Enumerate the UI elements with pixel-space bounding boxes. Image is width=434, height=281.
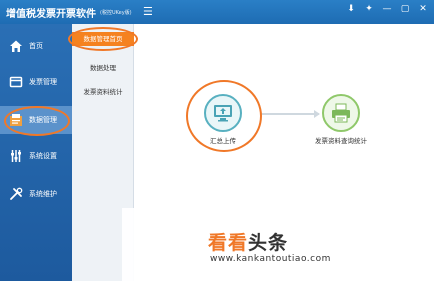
submenu-item-invoice-stats[interactable]: 发票资料统计 bbox=[72, 86, 134, 96]
pin-icon[interactable]: ✦ bbox=[364, 4, 374, 14]
annotation-circle-flow bbox=[186, 80, 262, 152]
watermark-part2: 头条 bbox=[248, 232, 289, 254]
menu-icon[interactable]: ☰ bbox=[143, 5, 153, 18]
sidebar-item-invoice[interactable]: 发票管理 bbox=[0, 68, 72, 96]
watermark-url: www.kankantoutiao.com bbox=[210, 254, 331, 264]
annotation-circle-submenu bbox=[68, 27, 138, 51]
app-version: (税控UKey版) bbox=[100, 9, 132, 16]
invoice-icon bbox=[8, 74, 24, 90]
sidebar: 首页 发票管理 数据管理 系统设置 系统维护 bbox=[0, 24, 72, 281]
sidebar-item-home[interactable]: 首页 bbox=[0, 32, 72, 60]
sidebar-item-settings[interactable]: 系统设置 bbox=[0, 142, 72, 170]
maximize-icon[interactable]: ▢ bbox=[400, 4, 410, 14]
flow-arrow bbox=[261, 110, 320, 118]
sidebar-item-maintenance[interactable]: 系统维护 bbox=[0, 180, 72, 208]
annotation-circle-sidebar bbox=[4, 106, 70, 136]
tools-icon bbox=[8, 186, 24, 202]
watermark-part1: 看看 bbox=[208, 232, 249, 254]
title-bar: 增值税发票开票软件 (税控UKey版) ☰ ⬇ ✦ — ▢ ✕ bbox=[0, 0, 434, 24]
window-controls: ⬇ ✦ — ▢ ✕ bbox=[346, 4, 428, 14]
sidebar-item-label: 系统设置 bbox=[29, 152, 57, 160]
sidebar-item-label: 首页 bbox=[29, 42, 43, 50]
flow-node-label: 发票资料查询统计 bbox=[315, 137, 367, 145]
minimize-icon[interactable]: — bbox=[382, 4, 392, 14]
app-title: 增值税发票开票软件 bbox=[6, 8, 96, 20]
submenu-item-data-processing[interactable]: 数据处理 bbox=[72, 62, 134, 72]
sidebar-item-label: 发票管理 bbox=[29, 78, 57, 86]
flow-node-invoice-query[interactable]: 发票资料查询统计 bbox=[315, 94, 367, 145]
sidebar-item-label: 系统维护 bbox=[29, 190, 57, 198]
download-icon[interactable]: ⬇ bbox=[346, 4, 356, 14]
printer-report-icon bbox=[322, 94, 360, 132]
watermark-logo: 看看头条 bbox=[208, 228, 288, 255]
close-icon[interactable]: ✕ bbox=[418, 4, 428, 14]
settings-icon bbox=[8, 148, 24, 164]
home-icon bbox=[8, 38, 24, 54]
